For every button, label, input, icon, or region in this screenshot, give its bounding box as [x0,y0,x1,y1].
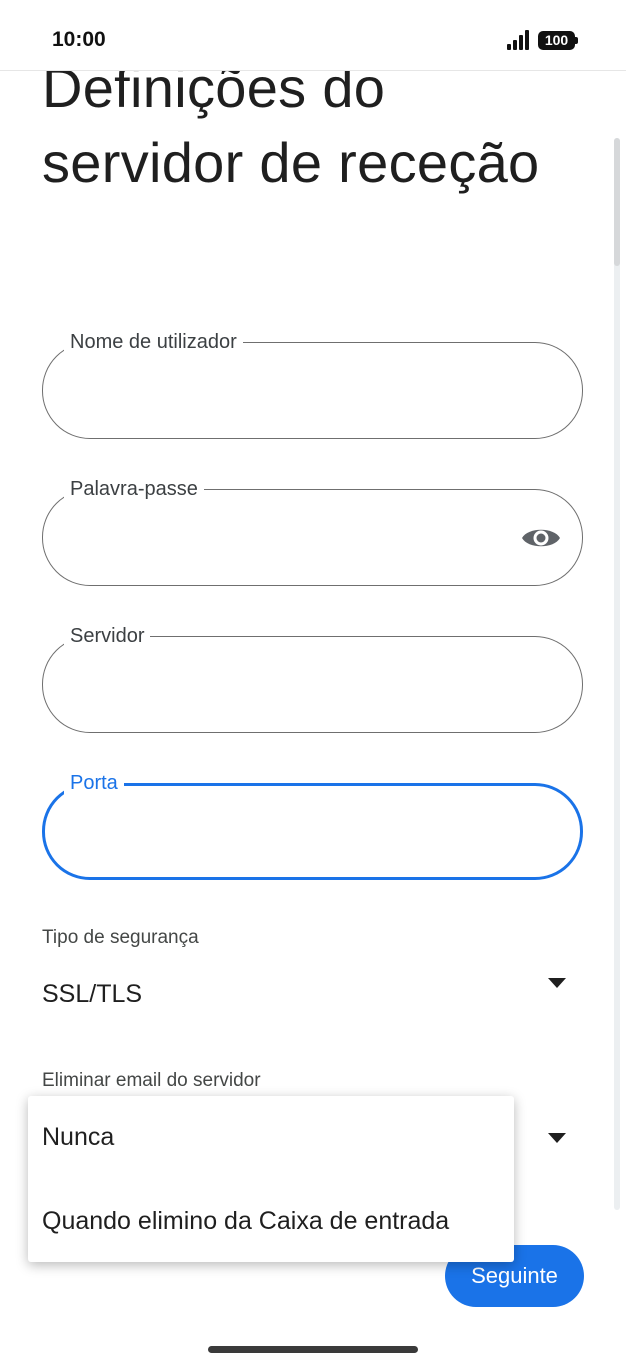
username-field[interactable]: Nome de utilizador [42,330,583,439]
status-bar: 10:00 100 [0,0,626,71]
password-outline [42,489,583,586]
home-indicator[interactable] [208,1346,418,1353]
password-label: Palavra-passe [64,477,204,501]
security-type-label: Tipo de segurança [42,927,199,948]
port-label: Porta [64,771,124,795]
eye-icon[interactable] [521,523,561,553]
dropdown-option-nunca[interactable]: Nunca [42,1123,114,1152]
username-outline [42,342,583,439]
server-label: Servidor [64,624,151,648]
battery-level: 100 [544,32,569,48]
port-outline [42,783,583,880]
server-outline [42,636,583,733]
delete-email-dropdown-menu: Nunca Quando elimino da Caixa de entrada [28,1096,514,1262]
page-title: Definições do servidor de receção [42,56,540,194]
scrollbar-thumb[interactable] [614,138,620,266]
status-time: 10:00 [52,28,106,51]
dropdown-arrow-icon[interactable] [548,978,566,988]
dropdown-option-quando-elimino[interactable]: Quando elimino da Caixa de entrada [42,1207,449,1236]
security-type-value[interactable]: SSL/TLS [42,980,142,1009]
username-label: Nome de utilizador [64,330,243,354]
port-field[interactable]: Porta [42,771,583,880]
server-field[interactable]: Servidor [42,624,583,733]
scrollbar-track[interactable] [614,138,620,1210]
dropdown-arrow-icon[interactable] [548,1133,566,1143]
battery-icon: 100 [538,31,578,50]
password-field[interactable]: Palavra-passe [42,477,583,586]
delete-email-label: Eliminar email do servidor [42,1070,261,1091]
signal-icon [507,30,533,50]
